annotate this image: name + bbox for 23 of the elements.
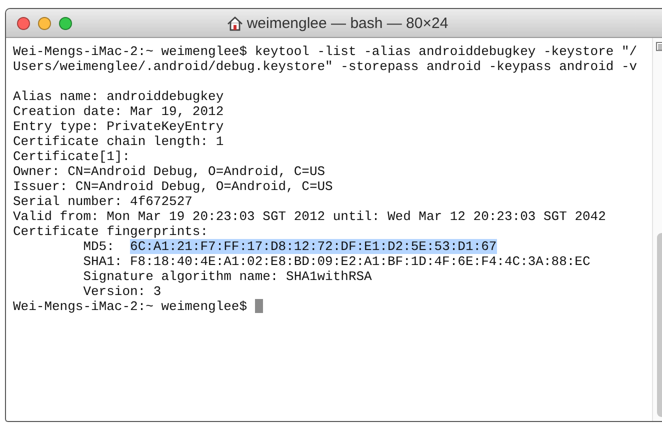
terminal-line: Entry type: PrivateKeyEntry <box>13 119 225 134</box>
fingerprint-value: 6C:A1:21:F7:FF:17:D8:12:72:DF:E1:D2:5E:53:D1:67 <box>130 239 497 254</box>
terminal-line: Version: 3 <box>82 284 162 299</box>
terminal-line: Issuer: CN=Android Debug, O=Android, C=US <box>13 179 334 194</box>
terminal-line: Users/weimenglee/.android/debug.keystore" -storepass android -keypass android -v <box>13 59 638 74</box>
terminal-line: Wei-Mengs-iMac-2:~ weimenglee$ keytool -list -alias androiddebugkey -keystore "/ <box>13 44 638 59</box>
terminal-line: Certificate fingerprints: <box>13 224 210 239</box>
close-button[interactable] <box>17 16 30 30</box>
house-icon <box>226 16 243 30</box>
zoom-button[interactable] <box>59 16 72 30</box>
terminal-line: Certificate chain length: 1 <box>13 134 225 149</box>
terminal-line: Serial number: 4f672527 <box>13 194 194 209</box>
window-title: weimenglee — bash — 80×24 <box>246 14 448 32</box>
terminal-line: Certificate[1]: <box>13 149 132 164</box>
terminal-line: Signature algorithm name: SHA1withRSA <box>82 269 373 284</box>
terminal-line: Creation date: Mar 19, 2012 <box>13 104 225 119</box>
minimize-button[interactable] <box>38 16 51 30</box>
terminal-line: SHA1: F8:18:40:4E:A1:02:E8:BD:09:E2:A1:BF:1D:4F:6E:F4:4C:3A:88:EC <box>82 254 592 269</box>
terminal-line: Valid from: Mon Mar 19 20:23:03 SGT 2012 until: Wed Mar 12 20:23:03 SGT 2042 <box>13 209 607 224</box>
shell-prompt: Wei-Mengs-iMac-2:~ weimenglee$ <box>13 299 248 314</box>
terminal-label: MD5: <box>83 239 114 254</box>
terminal-line: Owner: CN=Android Debug, O=Android, C=US <box>13 164 326 179</box>
terminal-line: Alias name: androiddebugkey <box>13 89 225 104</box>
